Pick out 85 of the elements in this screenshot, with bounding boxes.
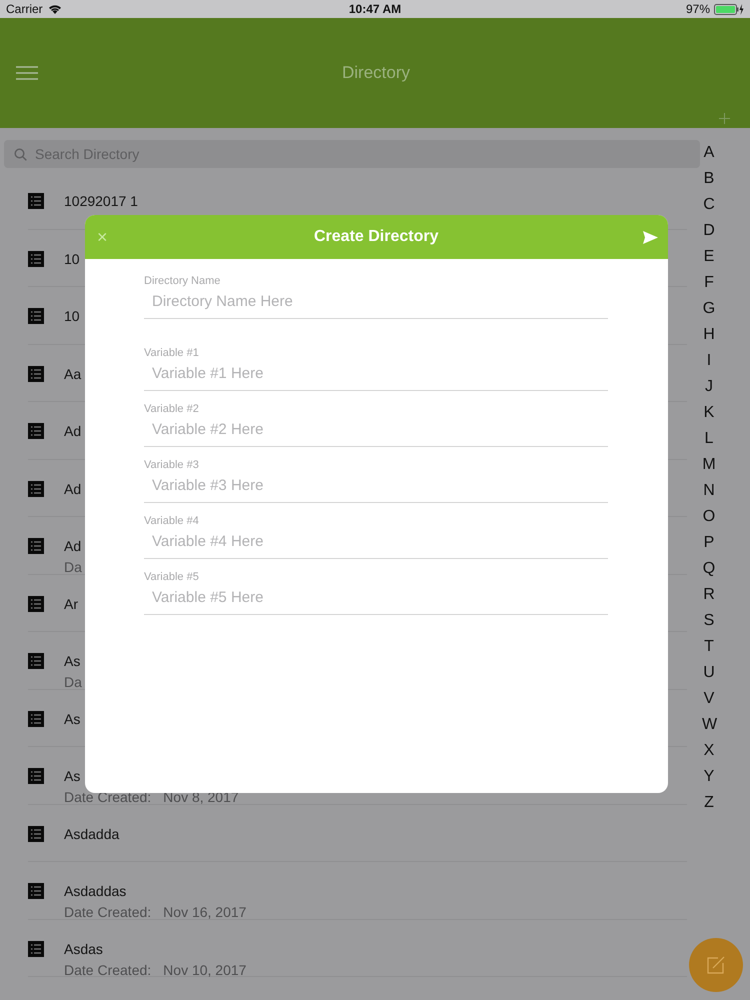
directory-name: Aa (64, 366, 82, 382)
compose-icon (707, 956, 725, 974)
index-letter[interactable]: N (702, 482, 716, 508)
index-letter[interactable]: P (702, 534, 716, 560)
dialog-title: Create Directory (313, 228, 440, 246)
menu-icon[interactable] (16, 66, 38, 80)
index-letter[interactable]: E (702, 248, 716, 274)
index-letter[interactable]: A (702, 144, 716, 170)
date-value: Nov 16, 2017 (163, 904, 246, 920)
battery-charging-icon (714, 4, 744, 14)
index-letter[interactable]: I (702, 352, 716, 378)
field-label: Variable #1 (144, 347, 200, 359)
index-letter[interactable]: U (702, 664, 716, 690)
send-button[interactable] (643, 230, 658, 244)
index-letter[interactable]: O (702, 508, 716, 534)
index-letter[interactable]: W (702, 716, 716, 742)
add-button[interactable] (719, 113, 730, 124)
list-icon (28, 250, 44, 266)
index-letter[interactable]: G (702, 300, 716, 326)
list-icon (28, 768, 44, 784)
directory-name: 10 (64, 308, 80, 324)
index-letter[interactable]: V (702, 690, 716, 716)
index-letter[interactable]: K (702, 404, 716, 430)
directory-name: Ar (64, 596, 78, 612)
index-letter[interactable]: L (702, 430, 716, 456)
index-letter[interactable]: M (702, 456, 716, 482)
list-icon (28, 423, 44, 439)
list-icon (28, 480, 44, 496)
index-letter[interactable]: Y (702, 768, 716, 794)
date-label: Da (64, 674, 82, 690)
search-icon (14, 148, 27, 160)
index-letter[interactable]: D (702, 222, 716, 248)
list-icon (28, 538, 44, 554)
list-icon (28, 653, 44, 669)
directory-name: 10292017 1 (64, 193, 138, 209)
date-label: Date Created: (64, 789, 152, 805)
index-letter[interactable]: H (702, 326, 716, 352)
compose-button[interactable] (689, 938, 743, 992)
date-value: Nov 10, 2017 (163, 962, 246, 978)
carrier-text: Carrier (6, 2, 43, 16)
index-letter[interactable]: T (702, 638, 716, 664)
list-icon (28, 596, 44, 612)
index-letter[interactable]: X (702, 742, 716, 768)
send-icon (643, 230, 658, 244)
list-icon (28, 826, 44, 842)
battery-percent: 97% (686, 2, 710, 16)
directory-row[interactable]: Asdaddas Date Created: Nov 16, 2017 (28, 862, 687, 920)
list-icon (28, 193, 44, 209)
list-icon (28, 940, 44, 956)
directory-name: As (64, 653, 82, 669)
wifi-icon (48, 4, 62, 14)
index-letter[interactable]: Q (702, 560, 716, 586)
field-label: Variable #4 (144, 515, 200, 527)
directory-name: 10 (64, 250, 80, 266)
directory-name: Asdadda (64, 826, 120, 842)
header-title: Directory (340, 63, 411, 83)
date-label: Date Created: (64, 962, 152, 978)
field-label: Variable #2 (144, 403, 200, 415)
directory-name: As (64, 768, 82, 784)
list-icon (28, 366, 44, 382)
index-letter[interactable]: F (702, 274, 716, 300)
directory-name: As (64, 710, 80, 726)
status-time: 10:47 AM (348, 2, 402, 16)
directory-name: Ad (64, 480, 82, 496)
directory-name: Asdaddas (64, 883, 128, 899)
list-icon (28, 883, 44, 899)
directory-row[interactable]: Asdas Date Created: Nov 10, 2017 (28, 920, 687, 977)
index-letter[interactable]: S (702, 612, 716, 638)
index-letter[interactable]: Z (702, 794, 716, 820)
index-letter[interactable]: B (702, 170, 716, 196)
directory-name: Asdas (64, 940, 104, 956)
plus-icon (719, 113, 730, 124)
date-label: Da (64, 559, 82, 575)
date-label: Date Created: (64, 904, 152, 920)
list-icon (28, 710, 44, 726)
list-icon (28, 308, 44, 324)
field-label: Directory Name (144, 275, 222, 287)
index-letter[interactable]: R (702, 586, 716, 612)
index-letter[interactable]: C (702, 196, 716, 222)
index-letter[interactable]: J (702, 378, 716, 404)
directory-name: Ad (64, 538, 82, 554)
directory-row[interactable]: Asdadda (28, 804, 687, 862)
field-label: Variable #3 (144, 459, 200, 471)
directory-name: Ad (64, 423, 82, 439)
field-label: Variable #5 (144, 571, 200, 583)
